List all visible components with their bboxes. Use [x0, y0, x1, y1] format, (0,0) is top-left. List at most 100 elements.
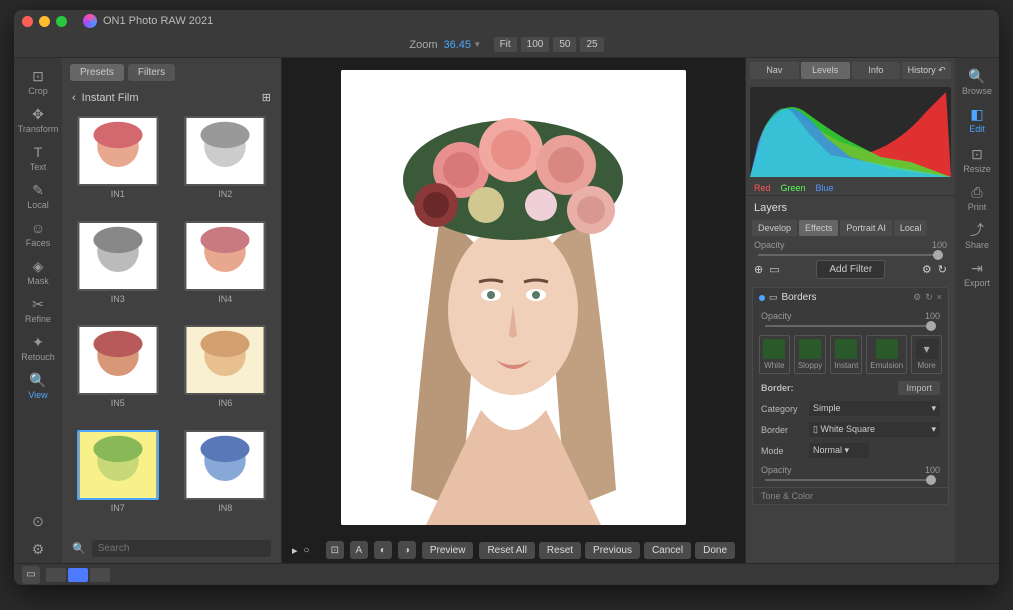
tag-icon: ⊙ [30, 513, 46, 529]
ltab-portrait[interactable]: Portrait AI [840, 220, 892, 236]
rtool-print[interactable]: ⎙Print [956, 180, 998, 216]
rtool-export[interactable]: ⇥Export [956, 256, 998, 292]
tool-refine[interactable]: ✂Refine [17, 292, 59, 328]
search-input[interactable] [92, 540, 271, 557]
view-mode-2[interactable] [68, 568, 88, 582]
borders-header[interactable]: ▭ Borders ⚙ ↻ × [753, 288, 948, 307]
rtool-share[interactable]: ⤴Share [956, 218, 998, 254]
border-opacity2-slider[interactable] [765, 479, 936, 481]
rtool-resize[interactable]: ⊡Resize [956, 142, 998, 178]
layer-add-icon[interactable]: ⊕ [754, 263, 763, 276]
zoom-25[interactable]: 25 [580, 37, 603, 52]
reset-all-button[interactable]: Reset All [479, 542, 534, 559]
category-select[interactable]: Simple ▾ [809, 401, 940, 416]
border-styles: White Sloppy Instant Emulsion ▾More [753, 331, 948, 378]
border-sloppy[interactable]: Sloppy [794, 335, 826, 374]
tool-tag[interactable]: ⊙ [17, 509, 59, 535]
compare-icon[interactable]: ⊡ [326, 541, 344, 559]
layer-opacity-slider[interactable] [758, 254, 943, 256]
clipping-icon[interactable]: ◑ [398, 541, 416, 559]
view-mode-1[interactable] [46, 568, 66, 582]
left-toolbar: ⊡Crop ✥Transform TText ✎Local ☺Faces ◈Ma… [14, 58, 62, 563]
effect-reset-icon[interactable]: ↻ [925, 292, 933, 303]
slider-handle-icon[interactable]: ○ [304, 545, 310, 556]
mask-view-icon[interactable]: ◐ [374, 541, 392, 559]
text-icon: T [30, 144, 46, 160]
rtab-info[interactable]: Info [852, 62, 901, 79]
import-button[interactable]: Import [898, 381, 940, 395]
preset-in8[interactable]: IN8 [178, 430, 274, 527]
layer-tabs: Develop Effects Portrait AI Local [746, 220, 955, 236]
tool-mask[interactable]: ◈Mask [17, 254, 59, 290]
rtool-edit[interactable]: ◧Edit [956, 102, 998, 138]
border-more[interactable]: ▾More [911, 335, 942, 374]
reset-button[interactable]: Reset [539, 542, 581, 559]
border-border-row: Border ▯ White Square ▾ [753, 419, 948, 440]
border-instant[interactable]: Instant [830, 335, 862, 374]
effect-close-icon[interactable]: × [937, 292, 942, 303]
preview-button[interactable]: Preview [422, 542, 474, 559]
add-filter-button[interactable]: Add Filter [816, 260, 885, 279]
border-emulsion[interactable]: Emulsion [866, 335, 907, 374]
tool-crop[interactable]: ⊡Crop [17, 64, 59, 100]
zoom-50[interactable]: 50 [553, 37, 576, 52]
tab-filters[interactable]: Filters [128, 64, 175, 81]
border-white[interactable]: White [759, 335, 790, 374]
canvas-area: ▸ ○ ⊡ A ◐ ◑ Preview Reset All Reset Prev… [282, 58, 745, 563]
ltab-develop[interactable]: Develop [752, 220, 797, 236]
layer-settings-icon[interactable]: ⚙ [922, 263, 932, 276]
tool-settings[interactable]: ⚙ [17, 537, 59, 563]
borders-opacity-slider[interactable] [765, 325, 936, 327]
zoom-100[interactable]: 100 [521, 37, 550, 52]
preset-in4[interactable]: IN4 [178, 221, 274, 318]
ltab-effects[interactable]: Effects [799, 220, 838, 236]
layer-mask-icon[interactable]: ▭ [769, 263, 779, 276]
preset-in1[interactable]: IN1 [70, 116, 166, 213]
single-view-icon[interactable]: ▭ [22, 566, 40, 584]
rtab-levels[interactable]: Levels [801, 62, 850, 79]
preset-in2[interactable]: IN2 [178, 116, 274, 213]
view-icon: 🔍 [30, 372, 46, 388]
preset-category-header[interactable]: ‹ Instant Film ⊞ [62, 87, 281, 108]
borders-opacity: Opacity100 [753, 307, 948, 325]
canvas[interactable] [282, 58, 745, 537]
zoom-dropdown-icon[interactable]: ▾ [475, 39, 480, 50]
mode-select[interactable]: Normal ▾ [809, 443, 869, 458]
previous-button[interactable]: Previous [585, 542, 640, 559]
effect-enabled-icon[interactable] [759, 295, 765, 301]
preset-in3[interactable]: IN3 [70, 221, 166, 318]
done-button[interactable]: Done [695, 542, 735, 559]
rtab-history[interactable]: History ↶ [902, 62, 951, 79]
tool-local[interactable]: ✎Local [17, 178, 59, 214]
cancel-button[interactable]: Cancel [644, 542, 691, 559]
tab-presets[interactable]: Presets [70, 64, 124, 81]
ltab-local[interactable]: Local [894, 220, 928, 236]
preset-in6[interactable]: IN6 [178, 325, 274, 422]
rtool-browse[interactable]: 🔍Browse [956, 64, 998, 100]
preset-in7[interactable]: IN7 [70, 430, 166, 527]
tool-view[interactable]: 🔍View [17, 368, 59, 404]
effect-mask-icon[interactable]: ▭ [769, 292, 778, 303]
tone-color-header[interactable]: Tone & Color [753, 487, 948, 504]
window-maximize[interactable] [56, 16, 67, 27]
window-close[interactable] [22, 16, 33, 27]
tool-transform[interactable]: ✥Transform [17, 102, 59, 138]
photo-preview [341, 70, 686, 525]
view-mode-3[interactable] [90, 568, 110, 582]
preset-in5[interactable]: IN5 [70, 325, 166, 422]
rtab-nav[interactable]: Nav [750, 62, 799, 79]
zoom-value[interactable]: 36.45 [444, 39, 472, 51]
tool-text[interactable]: TText [17, 140, 59, 176]
border-select[interactable]: ▯ White Square ▾ [809, 422, 940, 437]
grid-icon[interactable]: ⊞ [262, 91, 271, 104]
nav-toggle-icon[interactable]: ▸ [292, 544, 298, 557]
tool-retouch[interactable]: ✦Retouch [17, 330, 59, 366]
effect-gear-icon[interactable]: ⚙ [913, 292, 921, 303]
tool-faces[interactable]: ☺Faces [17, 216, 59, 252]
edit-icon: ◧ [969, 106, 985, 122]
window-minimize[interactable] [39, 16, 50, 27]
split-a-icon[interactable]: A [350, 541, 368, 559]
resize-icon: ⊡ [969, 146, 985, 162]
zoom-fit[interactable]: Fit [494, 37, 517, 52]
layer-reset-icon[interactable]: ↻ [938, 263, 947, 276]
